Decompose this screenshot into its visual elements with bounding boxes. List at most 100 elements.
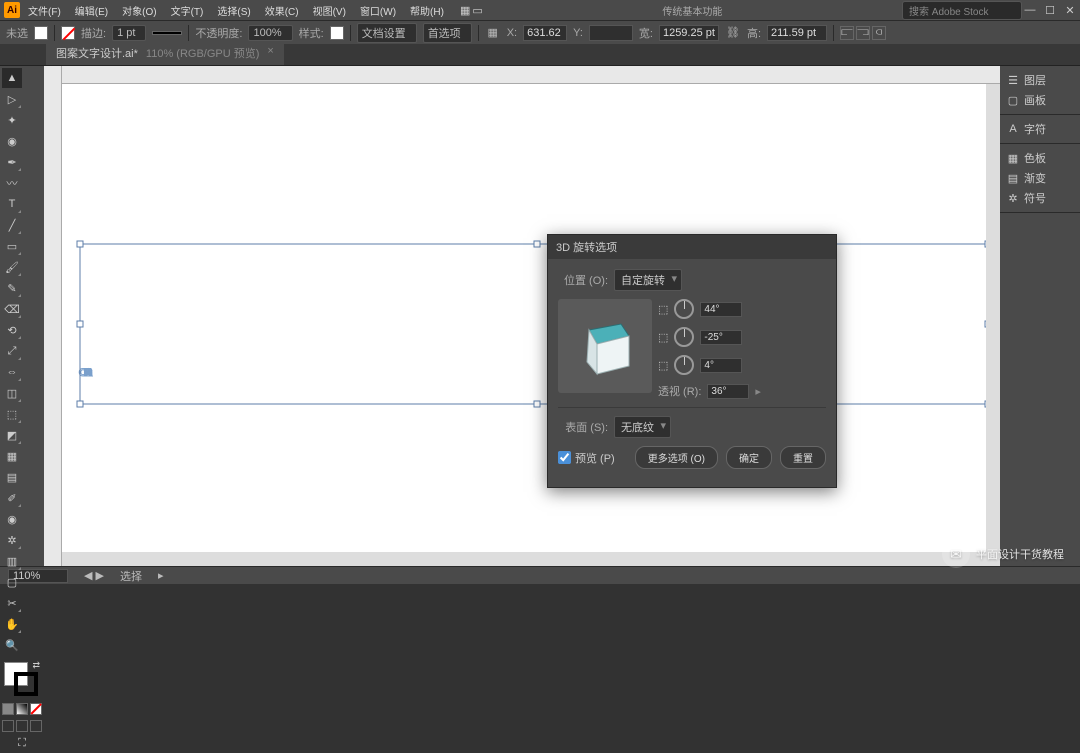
document-tab[interactable]: 图案文字设计.ai* 110% (RGB/GPU 预览) × [46,41,284,65]
align-hcenter-icon[interactable]: ⫎ [856,26,870,40]
doc-setup-button[interactable]: 文档设置 [357,23,417,43]
menu-file[interactable]: 文件(F) [22,1,67,20]
selection-tool[interactable]: ▲ [2,68,22,88]
panel-gradient[interactable]: ▤渐变 [1004,168,1076,188]
color-mode-none[interactable] [30,703,42,715]
panel-character[interactable]: A字符 [1004,119,1076,139]
window-close-icon[interactable]: ✕ [1064,4,1076,16]
dial-y[interactable] [674,327,694,347]
menu-view[interactable]: 视图(V) [307,1,352,20]
fill-swatch[interactable] [34,26,48,40]
more-options-button[interactable]: 更多选项 (O) [635,446,718,469]
ruler-vertical[interactable] [44,66,62,566]
menu-effect[interactable]: 效果(C) [259,1,305,20]
preview-checkbox[interactable]: 预览 (P) [558,450,615,466]
rotate-tool[interactable]: ⟲ [2,320,22,340]
magic-wand-tool[interactable]: ✦ [2,110,22,130]
mesh-tool[interactable]: ▦ [2,446,22,466]
draw-normal[interactable] [2,720,14,732]
bridge-icon[interactable]: ▦ [460,4,470,17]
canvas[interactable]: GRAPHIC GRAP GRAP GRAP [44,66,1000,566]
shaper-tool[interactable]: ✎ [2,278,22,298]
perspective-stepper[interactable]: ▸ [755,385,761,398]
perspective-tool[interactable]: ◩ [2,425,22,445]
dial-x[interactable] [674,299,694,319]
dialog-titlebar[interactable]: 3D 旋转选项 [548,235,836,259]
menu-window[interactable]: 窗口(W) [354,1,402,20]
stroke-weight-input[interactable]: 1 pt [112,25,146,41]
transform-ref-icon[interactable]: ▦ [485,25,501,41]
panel-layers[interactable]: ☰图层 [1004,70,1076,90]
panel-artboards[interactable]: ▢画板 [1004,90,1076,110]
gradient-tool[interactable]: ▤ [2,467,22,487]
hand-tool[interactable]: ✋ [2,614,22,634]
artwork-graphic[interactable]: GRAPHIC GRAP GRAP GRAP [84,236,984,436]
swap-fill-stroke-icon[interactable]: ⇄ [32,660,40,671]
dial-z[interactable] [674,355,694,375]
stroke-swatch[interactable] [61,26,75,40]
color-mode-gradient[interactable] [16,703,28,715]
close-tab-icon[interactable]: × [267,45,273,61]
graphic-style-swatch[interactable] [330,26,344,40]
arrange-icon[interactable]: ▭ [472,4,482,17]
ruler-horizontal[interactable] [62,66,1000,84]
panel-swatches[interactable]: ▦色板 [1004,148,1076,168]
lasso-tool[interactable]: ◉ [2,131,22,151]
prefs-button[interactable]: 首选项 [423,23,472,43]
position-select[interactable]: 自定旋转 [614,269,682,291]
scrollbar-vertical[interactable] [986,84,1000,552]
rectangle-tool[interactable]: ▭ [2,236,22,256]
curvature-tool[interactable]: 〰 [2,173,22,193]
artboard-tool[interactable]: ▢ [2,572,22,592]
dialog-3d-rotate[interactable]: 3D 旋转选项 位置 (O): 自定旋转 ⬚ ⬚ [547,234,837,488]
x-input[interactable] [523,25,567,41]
stroke-box[interactable] [14,672,38,696]
width-tool[interactable]: ⇔ [2,362,22,382]
eyedropper-tool[interactable]: ✐ [2,488,22,508]
scale-tool[interactable]: ⤢ [2,341,22,361]
menu-type[interactable]: 文字(T) [165,1,210,20]
status-chevron[interactable]: ▸ [158,569,164,582]
surface-select[interactable]: 无底纹 [614,416,671,438]
h-input[interactable] [767,25,827,41]
link-wh-icon[interactable]: ⛓ [725,25,741,41]
draw-inside[interactable] [30,720,42,732]
stroke-style-preview[interactable] [152,31,182,35]
direct-selection-tool[interactable]: ▷ [2,89,22,109]
ok-button[interactable]: 确定 [726,446,772,469]
menu-help[interactable]: 帮助(H) [404,1,450,20]
symbol-sprayer-tool[interactable]: ✲ [2,530,22,550]
draw-behind[interactable] [16,720,28,732]
preview-check-input[interactable] [558,451,571,464]
graph-tool[interactable]: ▥ [2,551,22,571]
menu-select[interactable]: 选择(S) [211,1,256,20]
screen-mode-toggle[interactable]: ⛶ [2,733,42,753]
y-input[interactable] [589,25,633,41]
angle-z-input[interactable] [700,358,742,373]
window-minimize-icon[interactable]: — [1024,4,1036,16]
cube-preview[interactable] [558,299,652,393]
eraser-tool[interactable]: ⌫ [2,299,22,319]
fill-stroke-control[interactable]: ⇄ [2,660,42,700]
line-tool[interactable]: ╱ [2,215,22,235]
reset-button[interactable]: 重置 [780,446,826,469]
align-left-icon[interactable]: ⫍ [840,26,854,40]
angle-x-input[interactable] [700,302,742,317]
scrollbar-horizontal[interactable] [62,552,1000,566]
blend-tool[interactable]: ◉ [2,509,22,529]
angle-y-input[interactable] [700,330,742,345]
perspective-input[interactable] [707,384,749,399]
pen-tool[interactable]: ✒ [2,152,22,172]
panel-symbols[interactable]: ✲符号 [1004,188,1076,208]
status-nav[interactable]: ◀ ▶ [84,569,104,582]
opacity-input[interactable]: 100% [248,25,292,41]
color-mode-solid[interactable] [2,703,14,715]
w-input[interactable] [659,25,719,41]
paintbrush-tool[interactable]: 🖌 [2,257,22,277]
menu-object[interactable]: 对象(O) [116,1,162,20]
type-tool[interactable]: T [2,194,22,214]
search-adobe-stock[interactable]: 搜索 Adobe Stock [902,1,1022,20]
menu-edit[interactable]: 编辑(E) [69,1,114,20]
zoom-tool[interactable]: 🔍 [2,635,22,655]
shape-builder-tool[interactable]: ⬚ [2,404,22,424]
